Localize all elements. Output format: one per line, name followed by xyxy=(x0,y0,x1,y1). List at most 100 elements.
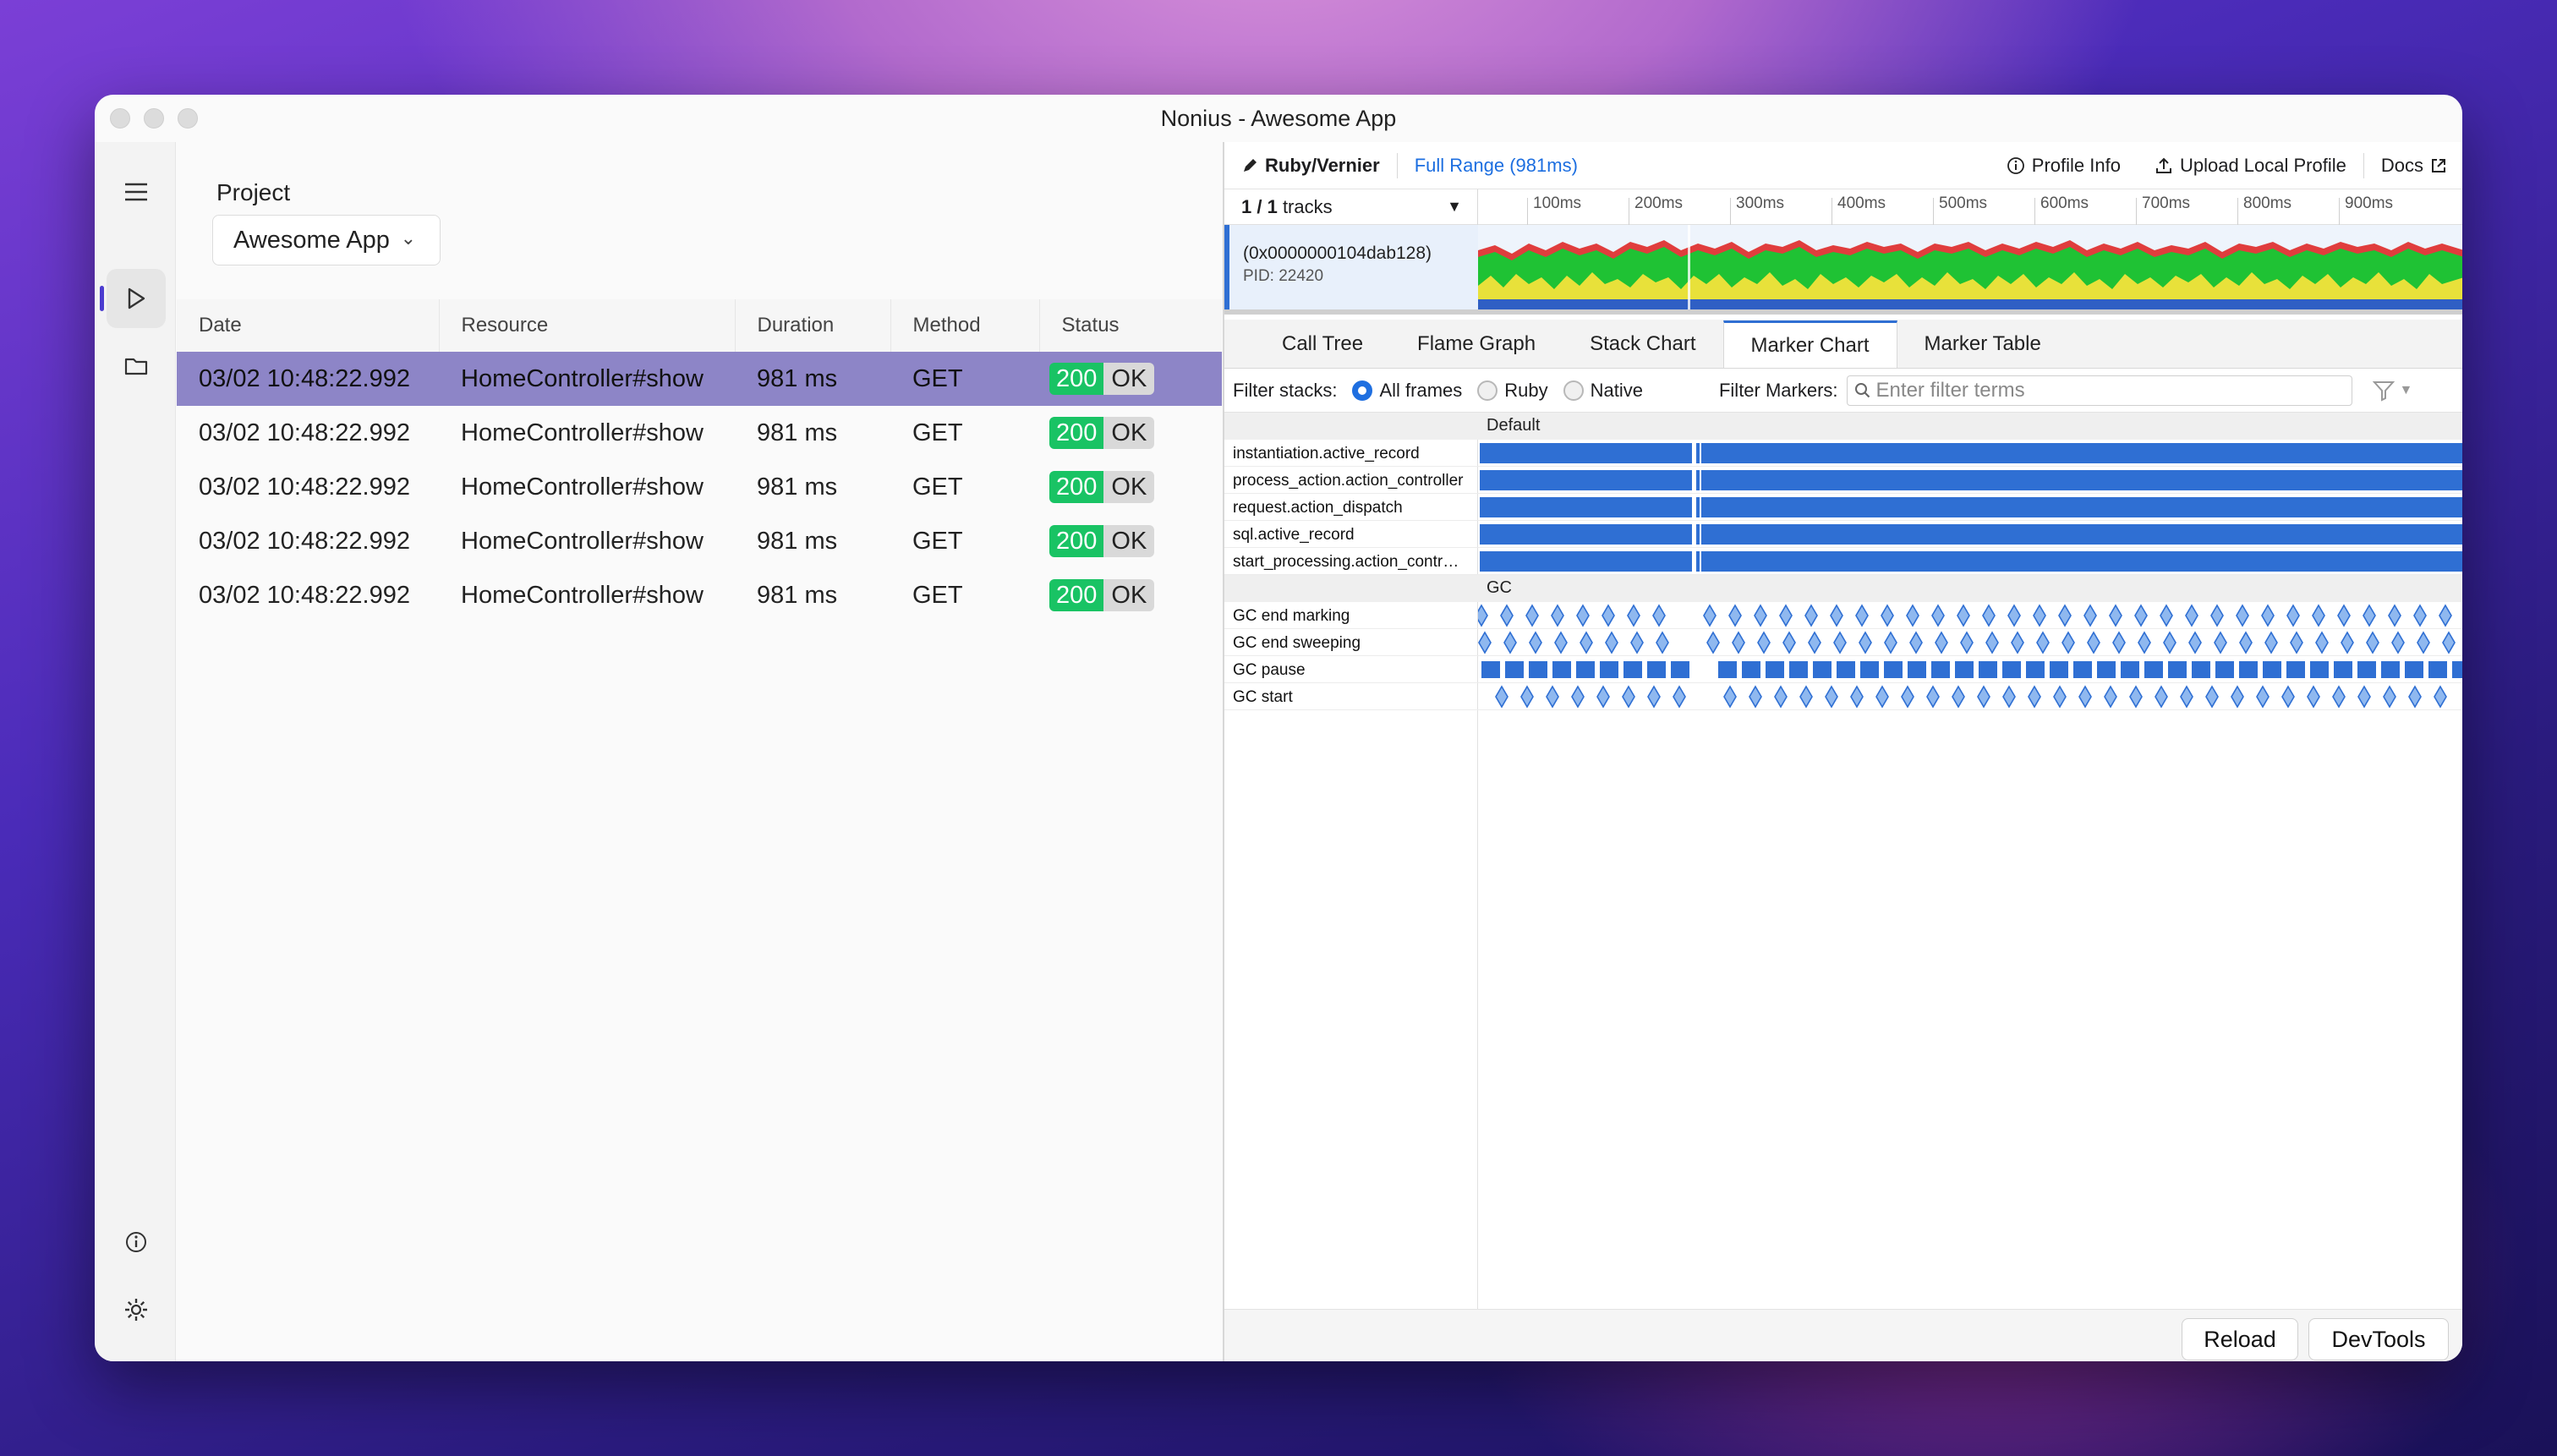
marker-instant[interactable] xyxy=(1627,604,1640,627)
marker-interval[interactable] xyxy=(1766,661,1784,678)
marker-interval[interactable] xyxy=(1813,661,1832,678)
marker-instant[interactable] xyxy=(1850,685,1864,709)
marker-interval[interactable] xyxy=(1647,661,1666,678)
marker-instant[interactable] xyxy=(2363,604,2376,627)
marker-instant[interactable] xyxy=(2078,685,2092,709)
filter-options-button[interactable]: ▼ xyxy=(2372,380,2412,402)
marker-instant[interactable] xyxy=(2315,631,2329,654)
marker-instant[interactable] xyxy=(1630,631,1644,654)
marker-instant[interactable] xyxy=(1754,604,1767,627)
marker-interval[interactable] xyxy=(1623,661,1642,678)
tracks-selector[interactable]: 1 / 1 tracks ▼ xyxy=(1224,189,1478,225)
marker-row-track[interactable] xyxy=(1478,548,2462,575)
marker-interval[interactable] xyxy=(2239,661,2258,678)
marker-instant[interactable] xyxy=(1500,604,1514,627)
marker-instant[interactable] xyxy=(2264,631,2278,654)
marker-instant[interactable] xyxy=(1478,631,1492,654)
marker-instant[interactable] xyxy=(1881,604,1894,627)
marker-interval[interactable] xyxy=(2097,661,2116,678)
column-header-resource[interactable]: Resource xyxy=(439,299,736,352)
marker-instant[interactable] xyxy=(1647,685,1661,709)
marker-instant[interactable] xyxy=(1703,604,1717,627)
marker-instant[interactable] xyxy=(2332,685,2346,709)
marker-instant[interactable] xyxy=(2434,685,2447,709)
marker-instant[interactable] xyxy=(1884,631,1897,654)
marker-interval[interactable] xyxy=(2286,661,2305,678)
marker-interval[interactable] xyxy=(1931,661,1950,678)
marker-row-track[interactable] xyxy=(1475,602,2462,629)
marker-interval[interactable] xyxy=(1480,524,1692,545)
marker-interval[interactable] xyxy=(1529,661,1547,678)
marker-instant[interactable] xyxy=(2214,631,2227,654)
marker-interval[interactable] xyxy=(1837,661,1855,678)
marker-row-track[interactable] xyxy=(1478,683,2462,710)
marker-instant[interactable] xyxy=(2104,685,2117,709)
marker-interval[interactable] xyxy=(1701,497,2462,517)
marker-instant[interactable] xyxy=(1960,631,1974,654)
marker-filter-input[interactable]: Enter filter terms xyxy=(1846,375,2352,406)
marker-interval[interactable] xyxy=(1955,661,1974,678)
marker-chart[interactable]: Default instantiation.active_record proces… xyxy=(1224,413,2462,1309)
marker-interval[interactable] xyxy=(2026,661,2045,678)
marker-instant[interactable] xyxy=(1554,631,1568,654)
marker-instant[interactable] xyxy=(1833,631,1847,654)
marker-interval[interactable] xyxy=(2452,661,2462,678)
marker-instant[interactable] xyxy=(2281,685,2295,709)
marker-interval[interactable] xyxy=(2310,661,2329,678)
marker-instant[interactable] xyxy=(1706,631,1720,654)
marker-instant[interactable] xyxy=(1622,685,1635,709)
marker-instant[interactable] xyxy=(2053,685,2067,709)
requests-nav-button[interactable] xyxy=(107,269,166,328)
marker-instant[interactable] xyxy=(2188,631,2202,654)
marker-instant[interactable] xyxy=(2408,685,2422,709)
marker-interval[interactable] xyxy=(1701,551,2462,572)
marker-instant[interactable] xyxy=(1926,685,1940,709)
marker-interval[interactable] xyxy=(1480,551,1692,572)
marker-instant[interactable] xyxy=(1605,631,1618,654)
marker-instant[interactable] xyxy=(1906,604,1919,627)
marker-instant[interactable] xyxy=(2239,631,2253,654)
marker-instant[interactable] xyxy=(1571,685,1585,709)
marker-instant[interactable] xyxy=(1977,685,1990,709)
marker-instant[interactable] xyxy=(2061,631,2075,654)
marker-row-label[interactable]: GC end sweeping xyxy=(1224,629,1478,656)
marker-interval[interactable] xyxy=(2334,661,2352,678)
marker-interval[interactable] xyxy=(1979,661,1997,678)
marker-interval[interactable] xyxy=(1696,443,1700,463)
marker-instant[interactable] xyxy=(2058,604,2072,627)
marker-row-label[interactable]: request.action_dispatch xyxy=(1224,494,1478,521)
marker-row-track[interactable] xyxy=(1478,494,2462,521)
marker-interval[interactable] xyxy=(2002,661,2021,678)
marker-instant[interactable] xyxy=(2439,604,2452,627)
marker-instant[interactable] xyxy=(1808,631,1821,654)
marker-instant[interactable] xyxy=(1723,685,1737,709)
marker-instant[interactable] xyxy=(2185,604,2198,627)
marker-interval[interactable] xyxy=(2357,661,2376,678)
marker-instant[interactable] xyxy=(1503,631,1517,654)
marker-instant[interactable] xyxy=(1875,685,1889,709)
marker-instant[interactable] xyxy=(2033,604,2046,627)
radio-native-label[interactable]: Native xyxy=(1591,380,1643,402)
marker-instant[interactable] xyxy=(1825,685,1838,709)
marker-instant[interactable] xyxy=(1982,604,1996,627)
marker-instant[interactable] xyxy=(1529,631,1542,654)
tab-marker-chart[interactable]: Marker Chart xyxy=(1722,320,1897,368)
marker-interval[interactable] xyxy=(2168,661,2187,678)
marker-instant[interactable] xyxy=(1952,685,1965,709)
marker-instant[interactable] xyxy=(1520,685,1534,709)
marker-interval[interactable] xyxy=(1860,661,1879,678)
marker-interval[interactable] xyxy=(1696,524,1700,545)
marker-interval[interactable] xyxy=(1576,661,1595,678)
marker-instant[interactable] xyxy=(2286,604,2300,627)
marker-instant[interactable] xyxy=(1576,604,1590,627)
marker-interval[interactable] xyxy=(2073,661,2092,678)
marker-instant[interactable] xyxy=(1931,604,1945,627)
marker-instant[interactable] xyxy=(1749,685,1762,709)
tab-stack-chart[interactable]: Stack Chart xyxy=(1563,320,1722,368)
marker-instant[interactable] xyxy=(1602,604,1615,627)
tab-call-tree[interactable]: Call Tree xyxy=(1255,320,1390,368)
marker-instant[interactable] xyxy=(2307,685,2320,709)
marker-instant[interactable] xyxy=(2205,685,2219,709)
marker-instant[interactable] xyxy=(1804,604,1818,627)
marker-row-label[interactable]: sql.active_record xyxy=(1224,521,1478,548)
